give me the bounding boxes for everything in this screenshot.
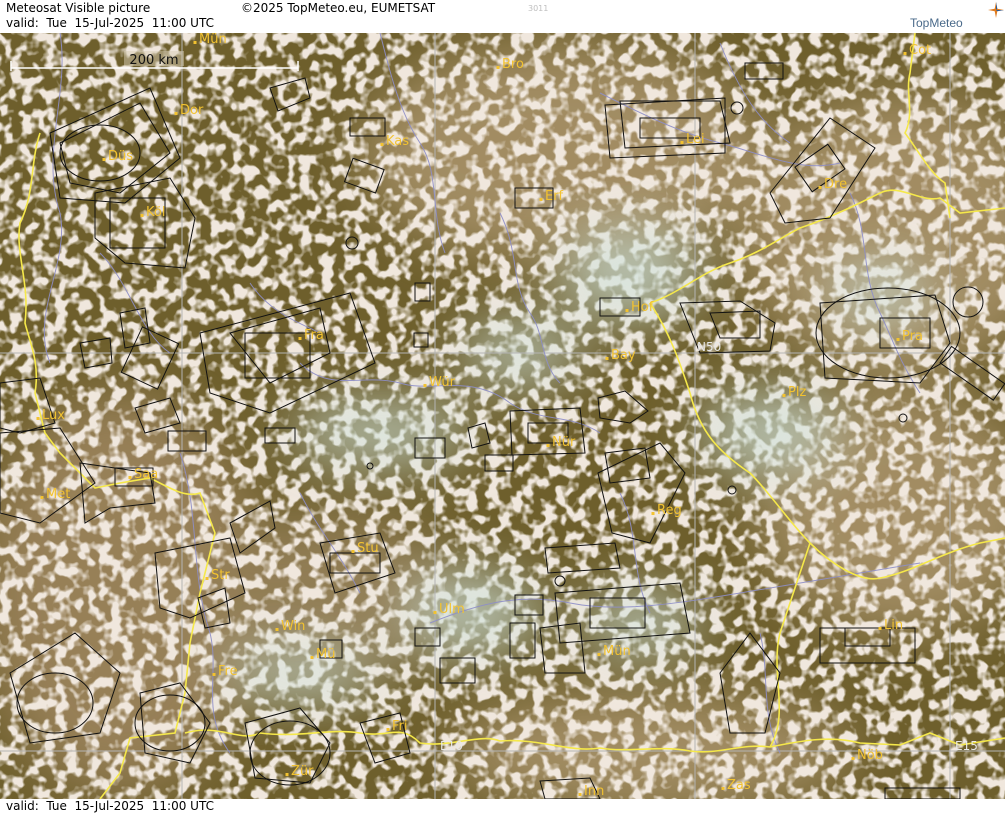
- city-dot: [578, 793, 582, 796]
- city-dot: [423, 384, 427, 387]
- city-dot: [386, 728, 390, 731]
- city-dot: [212, 673, 216, 676]
- image-id: 3011: [528, 4, 549, 13]
- header-bar: Meteosat Visible picture ©2025 TopMeteo.…: [0, 0, 1005, 33]
- city-dot: [903, 52, 907, 55]
- city-dot: [140, 214, 144, 217]
- city-33[interactable]: Nöb: [851, 748, 883, 763]
- logo-text: TopMeteo: [910, 16, 963, 30]
- city-dot: [680, 141, 684, 144]
- cloud-texture: [0, 33, 1005, 799]
- city-dot: [310, 656, 314, 659]
- city-label: Lin: [884, 618, 903, 633]
- grid-label-e15: E15: [955, 739, 978, 753]
- topmeteo-logo[interactable]: TopMeteo: [908, 2, 1004, 32]
- city-dot: [40, 496, 44, 499]
- city-label: Dor: [180, 103, 204, 118]
- city-label: Bay: [611, 348, 636, 363]
- city-dot: [193, 41, 197, 44]
- city-dot: [380, 143, 384, 146]
- city-label: Fra: [304, 328, 324, 343]
- city-label: Inn: [584, 784, 604, 799]
- city-label: Hof: [631, 300, 654, 315]
- city-label: Win: [281, 619, 305, 634]
- city-dot: [625, 309, 629, 312]
- city-dot: [878, 627, 882, 630]
- city-label: Ulm: [439, 602, 465, 617]
- city-label: Fri: [392, 719, 408, 734]
- city-label: Kas: [386, 134, 409, 149]
- city-dot: [275, 628, 279, 631]
- city-dot: [351, 550, 355, 553]
- city-dot: [818, 186, 822, 189]
- grid-label-e10: E10: [440, 739, 463, 753]
- city-dot: [597, 653, 601, 656]
- city-label: Mün: [199, 33, 227, 47]
- city-dot: [298, 337, 302, 340]
- city-dot: [896, 338, 900, 341]
- footer-bar: valid: Tue 15-Jul-2025 11:00 UTC: [0, 799, 1005, 814]
- city-label: Str: [211, 568, 230, 583]
- city-13[interactable]: Bay: [605, 348, 636, 363]
- city-dot: [205, 577, 209, 580]
- copyright-text: ©2025 TopMeteo.eu, EUMETSAT: [241, 1, 436, 15]
- city-label: Dre: [824, 177, 847, 192]
- city-dot: [605, 357, 609, 360]
- city-label: Zas: [727, 778, 751, 793]
- city-label: Nür: [552, 435, 576, 450]
- city-dot: [546, 444, 550, 447]
- city-14[interactable]: Wür: [423, 375, 456, 390]
- city-dot: [433, 611, 437, 614]
- footer-valid-time: valid: Tue 15-Jul-2025 11:00 UTC: [6, 799, 214, 813]
- city-20[interactable]: Reg: [651, 503, 682, 518]
- city-6[interactable]: Düs: [102, 149, 134, 164]
- city-label: Fre: [218, 664, 238, 679]
- city-26[interactable]: Mün: [597, 644, 631, 659]
- city-dot: [102, 158, 106, 161]
- city-dot: [36, 417, 40, 420]
- city-dot: [285, 773, 289, 776]
- city-0[interactable]: Mün: [193, 33, 227, 47]
- city-label: Köl: [146, 205, 165, 220]
- city-dot: [721, 787, 725, 790]
- scale-bar-label: 200 km: [129, 53, 178, 68]
- satellite-map[interactable]: 200 km N50 E10 E15 Mün Bro Cot Dor Kas Lei Düs…: [0, 33, 1005, 799]
- compass-star-icon: [988, 2, 1004, 18]
- city-dot: [651, 512, 655, 515]
- city-dot: [174, 112, 178, 115]
- map-title: Meteosat Visible picture: [6, 1, 151, 15]
- city-dot: [851, 757, 855, 760]
- city-label: Stu: [357, 541, 379, 556]
- city-label: Saa: [134, 467, 158, 482]
- grid-label-n50: N50: [697, 340, 721, 354]
- city-dot: [539, 198, 543, 201]
- city-label: Bro: [502, 57, 524, 72]
- city-dot: [782, 394, 786, 397]
- city-dot: [496, 66, 500, 69]
- city-label: Mü: [316, 647, 335, 662]
- city-label: Nöb: [857, 748, 883, 763]
- city-label: Wür: [429, 375, 456, 390]
- city-dot: [128, 476, 132, 479]
- city-label: Lux: [42, 408, 65, 423]
- city-label: Zür: [291, 764, 314, 779]
- city-label: Reg: [657, 503, 682, 518]
- city-label: Erf: [545, 189, 564, 204]
- city-label: Met: [46, 487, 70, 502]
- valid-time: valid: Tue 15-Jul-2025 11:00 UTC: [6, 16, 214, 30]
- city-label: Mün: [603, 644, 631, 659]
- city-label: Lei: [686, 132, 705, 147]
- city-label: Pra: [902, 329, 923, 344]
- city-23[interactable]: Ulm: [433, 602, 465, 617]
- city-label: Plz: [788, 385, 806, 400]
- city-label: Düs: [108, 149, 133, 164]
- city-label: Cot: [909, 43, 931, 58]
